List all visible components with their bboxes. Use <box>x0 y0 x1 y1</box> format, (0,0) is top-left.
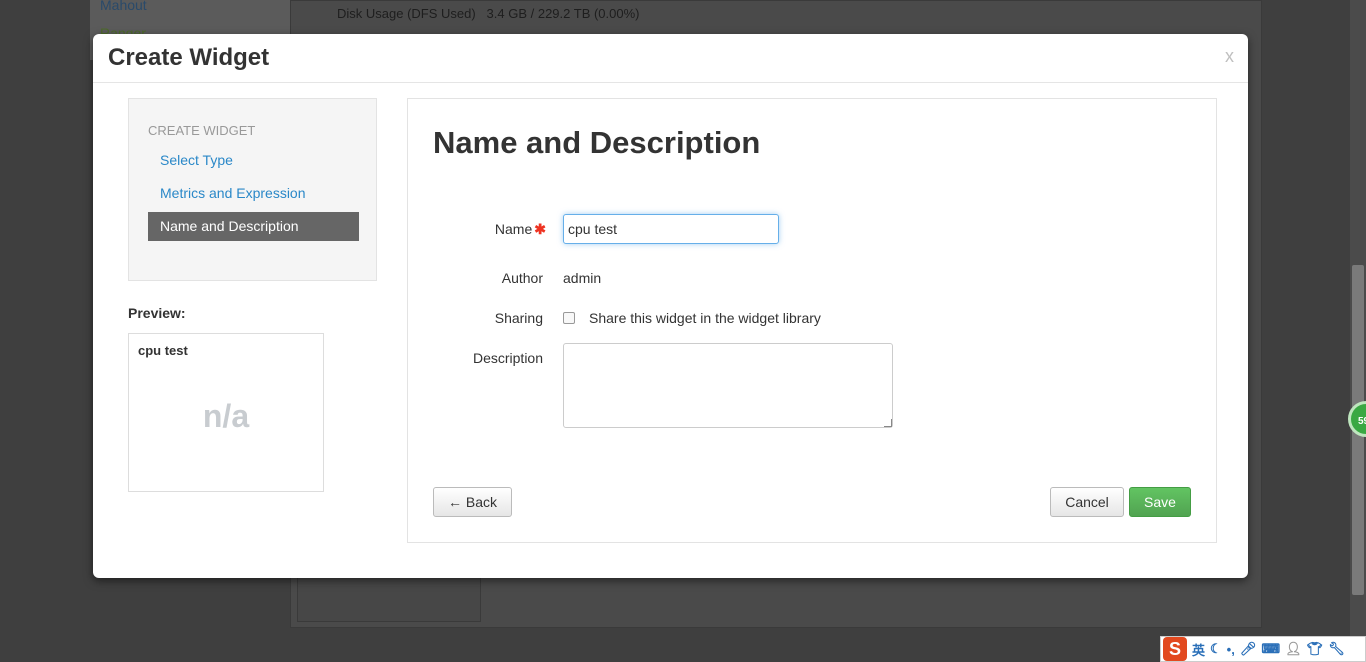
ime-toolbar: S 英 ☾ •, 🎤︎ ⌨ 👤︎ 👕︎ 🔧︎ <box>1160 636 1366 662</box>
cancel-button[interactable]: Cancel <box>1050 487 1124 517</box>
description-label: Description <box>472 350 543 366</box>
close-icon[interactable]: x <box>1225 46 1234 67</box>
name-label: Name ✱ <box>436 221 546 238</box>
wizard-step-name-description[interactable]: Name and Description <box>148 212 359 241</box>
wizard-step-metrics-expression[interactable]: Metrics and Expression <box>148 179 359 208</box>
wizard-nav-header: CREATE WIDGET <box>148 123 256 138</box>
sharing-label: Sharing <box>494 310 543 326</box>
author-value: admin <box>563 270 602 286</box>
preview-label: Preview: <box>128 305 186 321</box>
wizard-step-nav: CREATE WIDGET Select Type Metrics and Ex… <box>128 98 377 281</box>
name-input[interactable] <box>563 214 779 244</box>
shirt-icon[interactable]: 👕︎ <box>1307 641 1324 657</box>
wrench-icon[interactable]: 🔧︎ <box>1328 641 1345 657</box>
preview-widget-name: cpu test <box>138 343 188 358</box>
share-checkbox[interactable] <box>563 312 575 324</box>
user-icon[interactable]: 👤︎ <box>1285 641 1302 657</box>
background-sidebar-item-mahout: Mahout <box>100 0 147 13</box>
back-button[interactable]: ← Back <box>433 487 512 517</box>
preview-widget-value: n/a <box>202 398 250 434</box>
step-title: Name and Description <box>433 125 761 160</box>
widget-preview: cpu test n/a <box>128 333 324 492</box>
sogou-logo-icon[interactable]: S <box>1163 637 1187 661</box>
background-disk-usage: Disk Usage (DFS Used) 3.4 GB / 229.2 TB … <box>337 6 640 21</box>
ime-mode-toggle[interactable]: 英 <box>1192 640 1205 659</box>
name-label-text: Name <box>494 221 533 237</box>
modal-title: Create Widget <box>108 44 270 71</box>
create-widget-modal: Create Widget x CREATE WIDGET Select Typ… <box>93 34 1248 578</box>
name-description-panel: Name and Description Name✱ Author admin … <box>407 98 1217 543</box>
keyboard-icon[interactable]: ⌨ <box>1261 641 1280 657</box>
save-button[interactable]: Save <box>1129 487 1191 517</box>
author-label: Author <box>501 270 543 286</box>
microphone-icon[interactable]: 🎤︎ <box>1240 641 1257 657</box>
page-scrollbar[interactable] <box>1350 0 1366 662</box>
share-checkbox-label[interactable]: Share this widget in the widget library <box>589 310 821 326</box>
modal-header: Create Widget x <box>93 34 1248 83</box>
moon-icon[interactable]: ☾ <box>1210 641 1222 657</box>
description-textarea[interactable] <box>563 343 893 428</box>
punctuation-icon[interactable]: •, <box>1227 642 1235 657</box>
disk-usage-label: Disk Usage (DFS Used) <box>337 6 476 21</box>
wizard-step-select-type[interactable]: Select Type <box>148 146 359 175</box>
disk-usage-value: 3.4 GB / 229.2 TB (0.00%) <box>486 6 640 21</box>
required-asterisk-icon: ✱ <box>534 221 546 237</box>
resize-grip-icon[interactable] <box>884 419 892 427</box>
